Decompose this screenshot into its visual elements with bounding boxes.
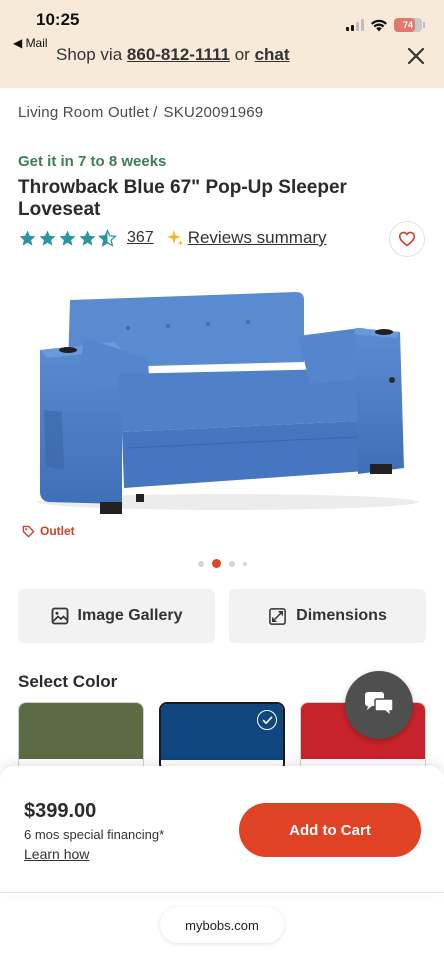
carousel-dot-active[interactable] [211,559,221,568]
cellular-signal-icon [346,19,364,31]
breadcrumb-separator: / [153,104,158,121]
color-swatch-green[interactable] [18,702,144,772]
delivery-estimate: Get it in 7 to 8 weeks [18,153,167,170]
breadcrumb-sku: SKU20091969 [163,104,264,121]
image-gallery-button[interactable]: Image Gallery [18,589,215,643]
close-icon[interactable] [406,46,426,66]
back-to-mail-link[interactable]: ◀ Mail [13,36,48,50]
breadcrumb: Living Room Outlet / SKU20091969 [18,104,263,121]
image-icon [51,607,68,625]
browser-url-bar[interactable]: mybobs.com [160,907,284,943]
star-icon [19,230,36,246]
price: $399.00 [24,800,97,822]
outlet-badge: Outlet [22,524,75,538]
carousel-dot[interactable] [242,561,247,566]
select-color-heading: Select Color [18,672,118,691]
promo-text: Shop via 860-812-1111 or chat [56,45,290,65]
star-icon [39,230,56,246]
add-to-cart-button[interactable]: Add to Cart [239,803,421,857]
star-icon [79,230,96,246]
status-time: 10:25 [36,10,80,29]
tag-icon [22,525,35,537]
check-icon [257,710,277,730]
product-title: Throwback Blue 67" Pop-Up Sleeper Lovese… [18,177,347,220]
swatch-color [19,703,143,759]
purchase-footer: $399.00 6 mos special financing* Learn h… [0,766,444,893]
heart-icon [398,231,416,247]
wishlist-button[interactable] [389,221,425,257]
outlet-label: Outlet [40,524,75,538]
image-gallery-label: Image Gallery [77,607,183,624]
reviews-summary-link[interactable]: Reviews summary [188,228,327,248]
dimensions-button[interactable]: Dimensions [229,589,426,643]
carousel-dot[interactable] [228,560,235,567]
star-icon [59,230,76,246]
image-carousel-dots[interactable] [0,559,444,568]
chat-bubbles-icon [365,692,394,718]
promo-banner: 10:25 ◀ Mail 74 Shop via 860-812-1111 or… [0,0,444,88]
dimensions-label: Dimensions [296,607,387,624]
product-image[interactable] [18,270,426,530]
color-swatch-blue[interactable] [159,702,285,772]
promo-prefix: Shop via [56,45,123,64]
sparkle-icon [166,230,183,246]
wifi-icon [371,19,387,31]
phone-link[interactable]: 860-812-1111 [127,45,230,64]
promo-middle: or [234,45,250,64]
half-star-icon [98,228,117,247]
chat-button[interactable] [345,671,413,739]
star-rating[interactable] [18,228,117,248]
breadcrumb-category[interactable]: Living Room Outlet [18,104,149,121]
dimensions-icon [269,607,287,625]
chat-link[interactable]: chat [255,45,290,64]
financing-text: 6 mos special financing* [24,827,165,842]
battery-icon: 74 [394,18,425,32]
battery-level: 74 [402,20,413,30]
carousel-dot[interactable] [197,560,204,567]
review-count-link[interactable]: 367 [127,229,154,247]
learn-how-link[interactable]: Learn how [24,846,89,862]
rating-row: 367 Reviews summary [18,228,327,248]
status-icons: 74 [346,18,425,32]
